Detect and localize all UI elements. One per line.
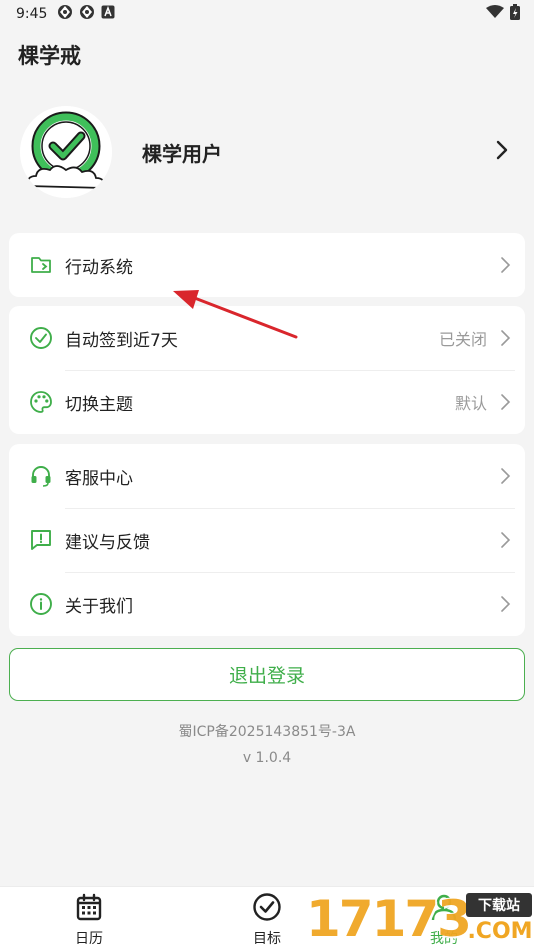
watermark-domain: .COM [467,919,533,944]
watermark-badge-group: 下载站 .COM [466,893,534,947]
annotation-arrow [173,290,298,339]
calendar-icon [76,893,102,921]
tab-calendar[interactable]: 日历 [29,887,149,950]
watermark-digits: 17173 [306,889,472,948]
tab-label: 目标 [253,931,281,947]
watermark-badge: 下载站 [466,893,532,917]
site-watermark: 17173 下载站 .COM [306,887,534,950]
tab-label: 日历 [75,931,103,947]
target-check-icon [253,893,281,921]
